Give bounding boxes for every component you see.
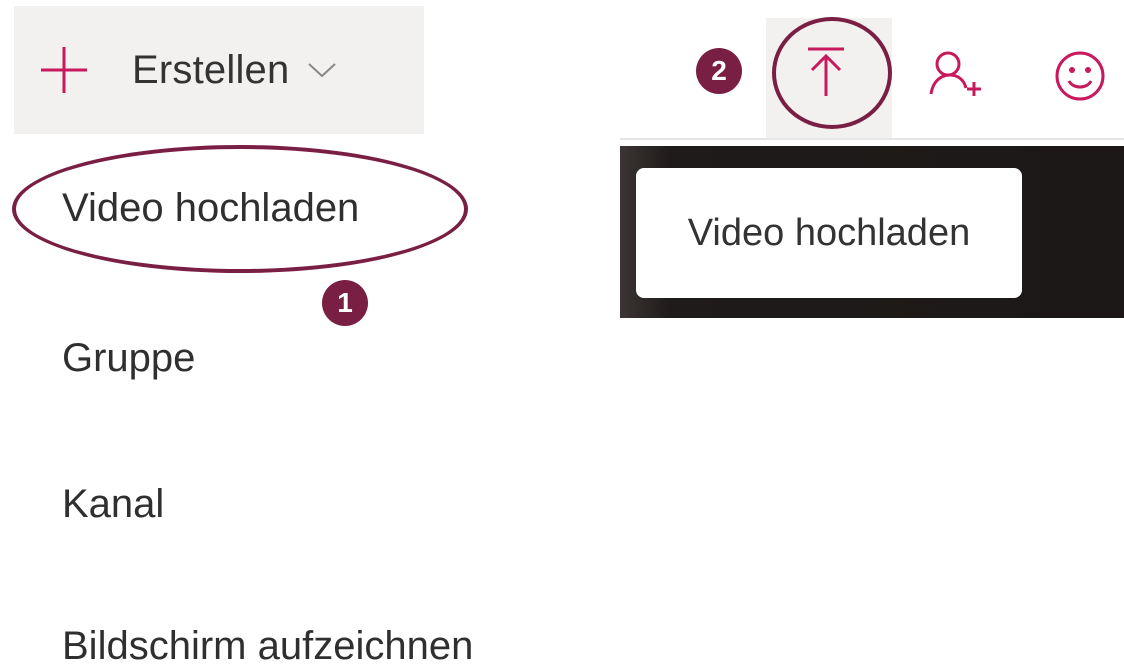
plus-icon bbox=[41, 47, 87, 93]
create-button[interactable]: Erstellen bbox=[14, 6, 424, 134]
chevron-down-icon bbox=[308, 63, 337, 78]
add-person-icon[interactable] bbox=[928, 50, 984, 98]
step-badge-1: 1 bbox=[322, 280, 368, 326]
upload-tooltip: Video hochladen bbox=[636, 168, 1022, 298]
toolbar-divider bbox=[620, 138, 1124, 140]
smiley-icon[interactable] bbox=[1054, 50, 1106, 102]
create-button-label: Erstellen bbox=[132, 47, 290, 92]
upload-icon[interactable] bbox=[804, 46, 848, 98]
menu-item-screen-record[interactable]: Bildschirm aufzeichnen bbox=[62, 624, 473, 669]
step-badge-2: 2 bbox=[696, 48, 742, 94]
menu-item-group[interactable]: Gruppe bbox=[62, 336, 195, 381]
menu-item-upload-video[interactable]: Video hochladen bbox=[62, 186, 359, 231]
menu-item-channel[interactable]: Kanal bbox=[62, 482, 164, 527]
